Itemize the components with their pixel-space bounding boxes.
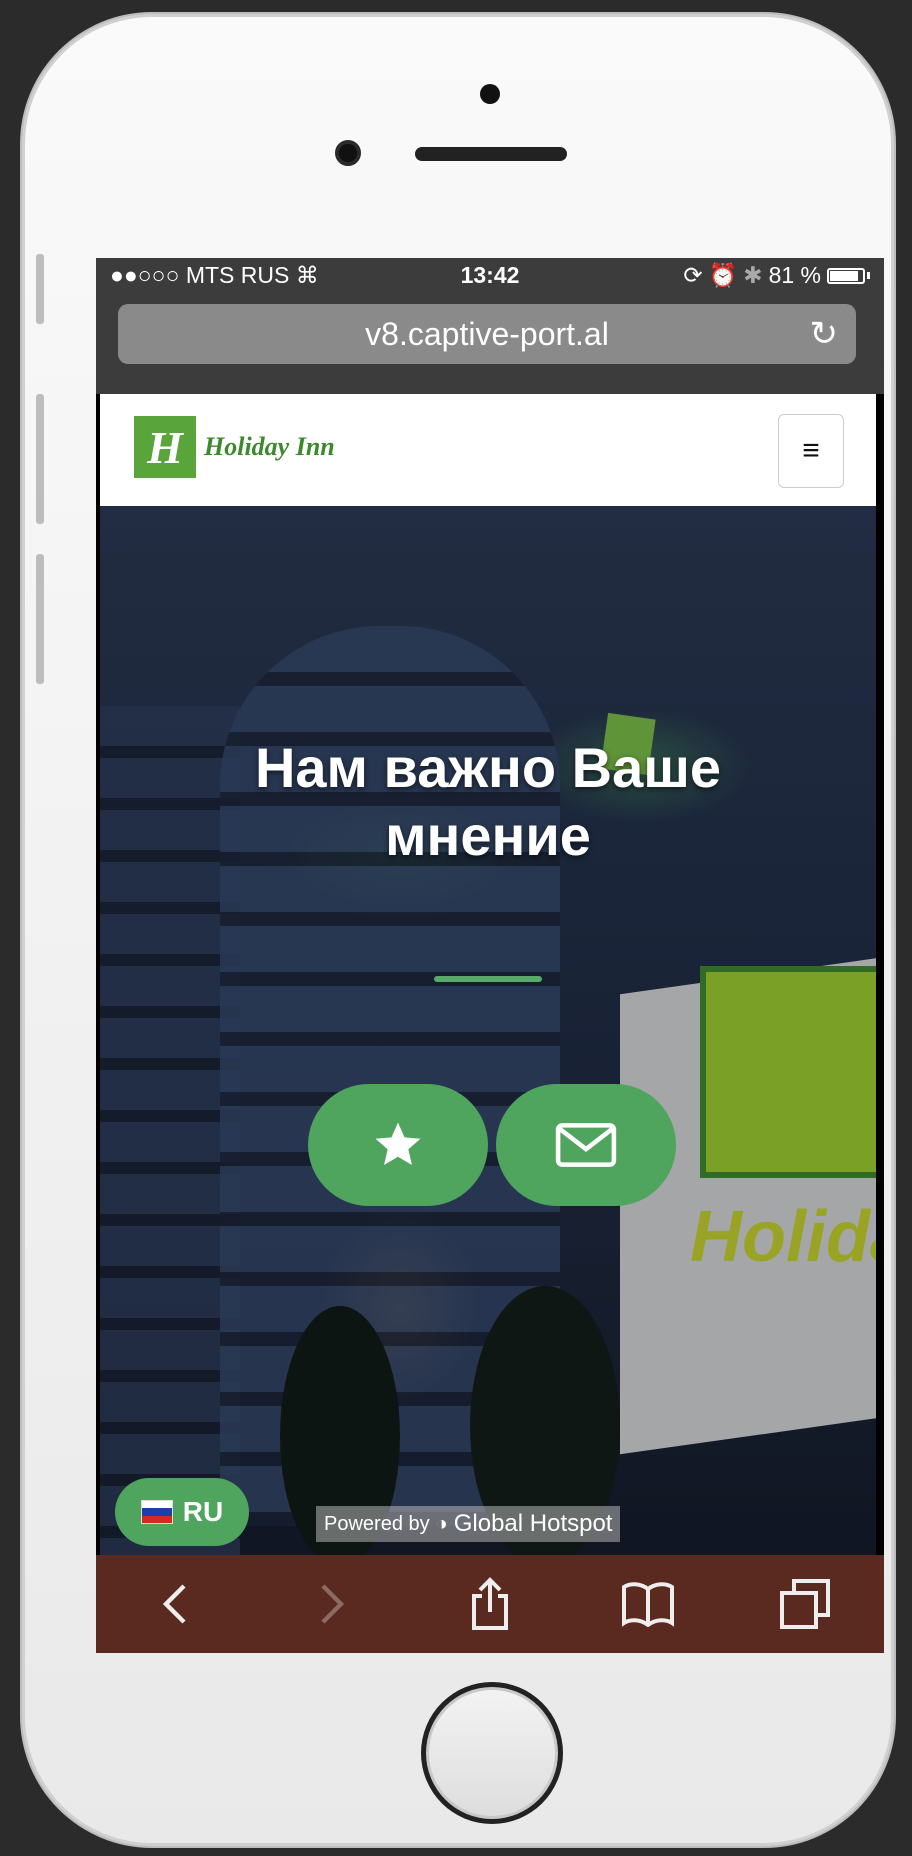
reload-icon[interactable]: ↻ (810, 304, 839, 364)
bluetooth-icon: ✱ (743, 262, 763, 288)
site-header: H Holiday Inn ≡ (100, 394, 876, 506)
tabs-icon (780, 1579, 831, 1629)
hamburger-menu-button[interactable]: ≡ (778, 414, 844, 488)
headline-divider (434, 976, 542, 982)
language-code: RU (182, 1496, 224, 1527)
chevron-right-icon (321, 1584, 345, 1624)
earpiece-speaker (415, 147, 567, 161)
status-bar: ●●○○○ MTS RUS ⌘ 13:42 ⟳ ⏰ ✱ 81 % (96, 258, 884, 292)
powered-prefix: Powered by (324, 1513, 430, 1535)
logo-mark: H (134, 416, 196, 478)
alarm-icon: ⏰ (708, 262, 738, 288)
browser-toolbar (96, 1555, 884, 1653)
headline-line-1: Нам важно Ваше (254, 736, 722, 799)
share-icon (471, 1577, 508, 1630)
headline-line-2: мнение (385, 804, 591, 867)
hero-overlay (100, 506, 876, 1555)
holiday-inn-logo[interactable]: H Holiday Inn (134, 416, 335, 478)
hero-headline: Нам важно Ваше мнение (100, 734, 876, 870)
url-text: v8.captive-port.al (365, 316, 609, 352)
bookmarks-button[interactable] (608, 1564, 688, 1644)
rotation-lock-icon: ⟳ (683, 262, 703, 288)
language-selector[interactable]: RU (115, 1478, 249, 1546)
mute-switch (36, 254, 44, 324)
status-indicators: ⟳ ⏰ ✱ 81 % (683, 262, 870, 289)
powered-brand: Global Hotspot (453, 1510, 613, 1537)
chevron-left-icon (162, 1584, 186, 1624)
phone-frame: ●●○○○ MTS RUS ⌘ 13:42 ⟳ ⏰ ✱ 81 % v8.capt… (22, 14, 894, 1846)
battery-tip (867, 272, 870, 279)
rate-button[interactable] (308, 1084, 488, 1206)
battery-percent: 81 % (768, 262, 821, 288)
tabs-button[interactable] (765, 1564, 845, 1644)
forward-button[interactable] (292, 1564, 372, 1644)
front-camera (335, 140, 361, 166)
back-button[interactable] (135, 1564, 215, 1644)
menu-icon: ≡ (802, 434, 820, 467)
proximity-sensor (480, 84, 500, 104)
russia-flag-icon (140, 1500, 173, 1524)
email-feedback-button[interactable] (496, 1084, 676, 1206)
screen: ●●○○○ MTS RUS ⌘ 13:42 ⟳ ⏰ ✱ 81 % v8.capt… (96, 258, 884, 1653)
share-button[interactable] (450, 1564, 530, 1644)
hero-section: Holida Нам важно Ваше мнение (100, 506, 876, 1555)
star-icon (375, 1122, 421, 1166)
hotspot-icon: ◑ (435, 1513, 448, 1535)
powered-by-badge[interactable]: Powered by ◑ Global Hotspot (316, 1506, 621, 1542)
address-bar[interactable]: v8.captive-port.al ↻ (118, 304, 856, 364)
envelope-icon (555, 1123, 617, 1167)
book-icon (621, 1582, 674, 1627)
battery-icon (827, 267, 865, 284)
volume-up-button (36, 394, 44, 524)
home-button[interactable] (421, 1682, 563, 1824)
logo-text: Holiday Inn (204, 432, 335, 461)
volume-down-button (36, 554, 44, 684)
browser-address-area: v8.captive-port.al ↻ (96, 292, 884, 394)
